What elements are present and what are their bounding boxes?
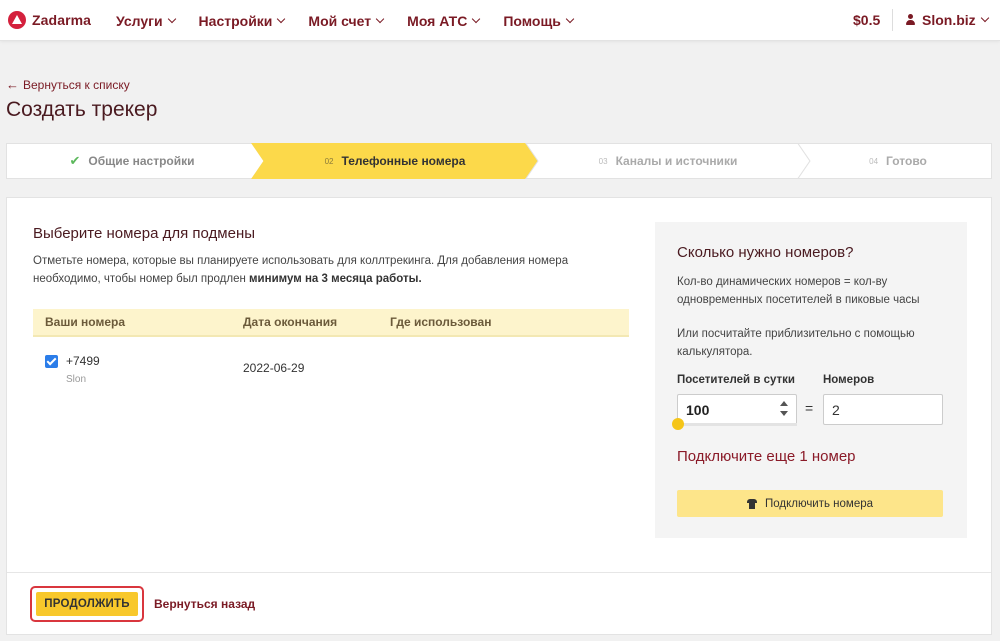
nav-item-label: Помощь: [503, 12, 561, 29]
number-checkbox[interactable]: [45, 355, 58, 368]
back-link-label: Вернуться к списку: [23, 77, 130, 92]
nav-item-help[interactable]: Помощь: [503, 12, 575, 29]
connect-button-label: Подключить номера: [764, 497, 874, 510]
phone-number-label: Slon: [66, 374, 87, 385]
telephone-icon: [746, 498, 757, 509]
visitors-slider-handle[interactable]: [672, 418, 684, 430]
description-bold: минимум на 3 месяца работы.: [249, 273, 422, 285]
main-nav: Услуги Настройки Мой счет Моя АТС Помощь: [116, 0, 597, 41]
stepper-arrows-icon[interactable]: [779, 400, 789, 418]
nav-item-label: Мой счет: [308, 12, 372, 29]
step-label: Готово: [886, 154, 927, 168]
nav-item-services[interactable]: Услуги: [116, 12, 176, 29]
section-description: Отметьте номера, которые вы планируете и…: [33, 252, 623, 288]
nav-item-label: Моя АТС: [407, 12, 468, 29]
numbers-calculator-panel: Сколько нужно номеров? Кол-во динамическ…: [655, 222, 967, 538]
continue-button-highlight: ПРОДОЛЖИТЬ: [30, 586, 144, 622]
user-name: Slon.biz: [922, 12, 976, 28]
nav-item-account[interactable]: Мой счет: [308, 12, 385, 29]
calculator-title: Сколько нужно номеров?: [677, 244, 854, 261]
divider: [892, 9, 893, 31]
nav-item-settings[interactable]: Настройки: [198, 12, 286, 29]
step-number: 02: [324, 156, 334, 166]
zadarma-logo-icon: [8, 11, 26, 29]
step-label: Телефонные номера: [341, 154, 466, 168]
calculator-explanation: Кол-во динамических номеров = кол-ву одн…: [677, 276, 920, 306]
nav-item-label: Услуги: [116, 12, 163, 29]
step-number: 04: [869, 156, 879, 166]
chevron-down-icon: [375, 14, 385, 23]
equals-sign: =: [805, 400, 814, 416]
go-back-link[interactable]: Вернуться назад: [154, 597, 255, 611]
connect-numbers-button[interactable]: Подключить номера: [677, 490, 943, 517]
column-header-expiry: Дата окончания: [243, 315, 338, 329]
logo-text: Zadarma: [32, 12, 92, 28]
chevron-down-icon: [472, 14, 481, 23]
footer-divider: [7, 572, 991, 573]
section-title: Выберите номера для подмены: [33, 225, 256, 242]
step-number: 03: [598, 156, 608, 166]
visitors-label: Посетителей в сутки: [677, 374, 795, 386]
wizard-stepper: ✔ Общие настройки 02 Телефонные номера 0…: [6, 143, 992, 179]
arrow-left-icon: ←: [6, 77, 19, 92]
top-navbar: Zadarma Услуги Настройки Мой счет Моя АТ…: [0, 0, 1000, 41]
balance-link[interactable]: $0.5: [853, 12, 880, 28]
numbers-table-header: Ваши номера Дата окончания Где использов…: [33, 309, 629, 337]
user-icon: [905, 14, 916, 26]
user-menu[interactable]: Slon.biz: [905, 12, 989, 28]
checkmark-icon: ✔: [69, 153, 81, 168]
nav-item-pbx[interactable]: Моя АТС: [407, 12, 481, 29]
continue-button[interactable]: ПРОДОЛЖИТЬ: [36, 592, 138, 616]
back-to-list-link[interactable]: ← Вернуться к списку: [6, 77, 130, 92]
step-done: 04 Готово: [804, 143, 992, 179]
numbers-count-input[interactable]: [823, 394, 943, 425]
calculator-hint: Или посчитайте приблизительно с помощью …: [677, 328, 915, 358]
step-channels-sources: 03 Каналы и источники: [532, 143, 804, 179]
column-header-numbers: Ваши номера: [45, 315, 126, 329]
step-label: Каналы и источники: [615, 154, 738, 168]
column-header-used: Где использован: [390, 315, 492, 329]
chevron-down-icon: [167, 14, 176, 23]
step-phone-numbers: 02 Телефонные номера: [258, 143, 532, 179]
chevron-down-icon: [565, 14, 575, 23]
expiry-date: 2022-06-29: [243, 361, 305, 375]
connect-more-message: Подключите еще 1 номер: [677, 448, 856, 465]
chevron-down-icon: [980, 13, 989, 23]
step-label: Общие настройки: [88, 154, 195, 168]
table-row: +7499 Slon 2022-06-29: [33, 348, 629, 392]
numbers-label: Номеров: [823, 374, 875, 386]
page-title: Создать трекер: [6, 98, 158, 121]
chevron-down-icon: [277, 14, 286, 23]
logo[interactable]: Zadarma: [8, 11, 91, 29]
step-general-settings[interactable]: ✔ Общие настройки: [6, 143, 258, 179]
phone-number: +7499: [66, 354, 100, 368]
main-card: Выберите номера для подмены Отметьте ном…: [6, 197, 992, 635]
visitors-slider-track[interactable]: [677, 423, 797, 426]
nav-item-label: Настройки: [198, 12, 273, 29]
